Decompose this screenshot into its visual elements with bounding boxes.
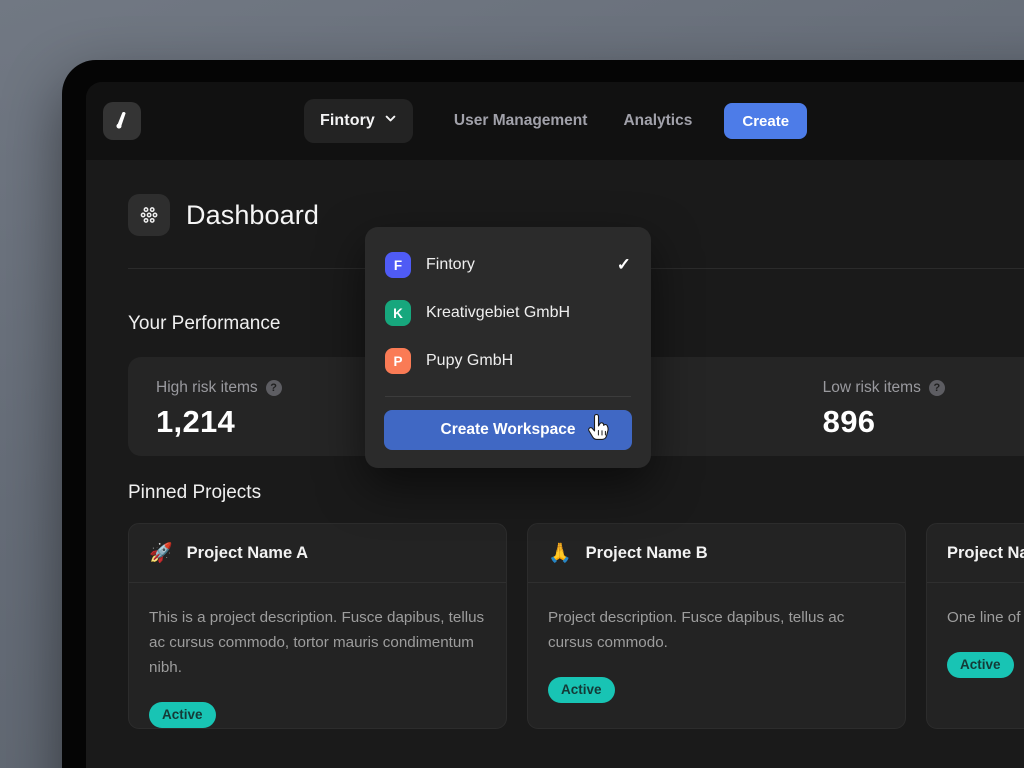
brand-logo-icon[interactable] [103, 102, 141, 140]
workspace-avatar: K [385, 300, 411, 326]
create-button[interactable]: Create [724, 103, 808, 139]
project-card-body: This is a project description. Fusce dap… [129, 583, 506, 728]
project-card[interactable]: Project Name C One line of text, nothing… [926, 523, 1024, 729]
workspace-avatar: F [385, 252, 411, 278]
stat-label: Low risk items [822, 379, 921, 396]
performance-heading: Your Performance [128, 313, 281, 334]
rocket-emoji: 🚀 [149, 542, 173, 564]
chevron-down-icon [384, 112, 397, 130]
top-navigation-bar: Fintory User Management Analytics Create [86, 82, 1024, 160]
project-name: Project Name A [186, 543, 309, 562]
folded-hands-emoji: 🙏 [548, 542, 572, 564]
project-card[interactable]: 🙏 Project Name B Project description. Fu… [527, 523, 906, 729]
nav-link-user-management[interactable]: User Management [454, 112, 588, 130]
status-badge: Active [548, 677, 615, 703]
create-workspace-button[interactable]: Create Workspace [384, 410, 632, 450]
workspace-option-kreativgebiet[interactable]: K Kreativgebiet GmbH [365, 289, 651, 337]
screen: Fintory User Management Analytics Create [86, 82, 1024, 768]
stat-low-risk: Low risk items ? 896 [795, 357, 1024, 456]
workspace-name: Pupy GmbH [426, 352, 514, 369]
nav-items: Fintory User Management Analytics Create [304, 82, 808, 160]
page-title: Dashboard [186, 199, 319, 230]
nav-link-analytics[interactable]: Analytics [623, 112, 692, 130]
workspace-name: Fintory [426, 256, 475, 273]
stat-label: High risk items [156, 379, 258, 396]
project-name: Project Name C [947, 543, 1024, 562]
check-icon: ✓ [616, 255, 631, 274]
project-description: One line of text, nothing more. [947, 609, 1024, 626]
project-description: Project description. Fusce dapibus, tell… [548, 609, 845, 651]
workspace-option-pupy[interactable]: P Pupy GmbH [365, 337, 651, 385]
workspace-switcher-label: Fintory [320, 112, 375, 129]
help-circle-icon[interactable]: ? [265, 380, 282, 396]
dropdown-divider [385, 396, 631, 397]
pinned-projects-list: 🚀 Project Name A This is a project descr… [128, 523, 1024, 729]
status-badge: Active [149, 702, 216, 728]
project-card[interactable]: 🚀 Project Name A This is a project descr… [128, 523, 507, 729]
status-badge: Active [947, 652, 1014, 678]
project-card-body: Project description. Fusce dapibus, tell… [528, 583, 905, 703]
stat-header: Low risk items ? [823, 379, 1024, 397]
pinned-projects-heading: Pinned Projects [128, 482, 262, 503]
project-description: This is a project description. Fusce dap… [149, 609, 485, 676]
project-card-body: One line of text, nothing more. Active [927, 583, 1024, 678]
project-name: Project Name B [585, 543, 708, 562]
dashboard-dots-icon [128, 194, 170, 236]
page-header: Dashboard [128, 194, 319, 236]
project-card-header: 🙏 Project Name B [528, 524, 905, 583]
project-card-header: 🚀 Project Name A [129, 524, 506, 583]
stat-value: 896 [822, 404, 876, 439]
workspace-dropdown-menu: F Fintory ✓ K Kreativgebiet GmbH P Pupy … [365, 227, 651, 468]
workspace-option-fintory[interactable]: F Fintory ✓ [365, 241, 651, 289]
project-card-header: Project Name C [927, 524, 1024, 583]
help-circle-icon[interactable]: ? [928, 380, 945, 396]
workspace-switcher-button[interactable]: Fintory [304, 99, 413, 143]
workspace-avatar: P [385, 348, 411, 374]
workspace-name: Kreativgebiet GmbH [426, 304, 571, 321]
